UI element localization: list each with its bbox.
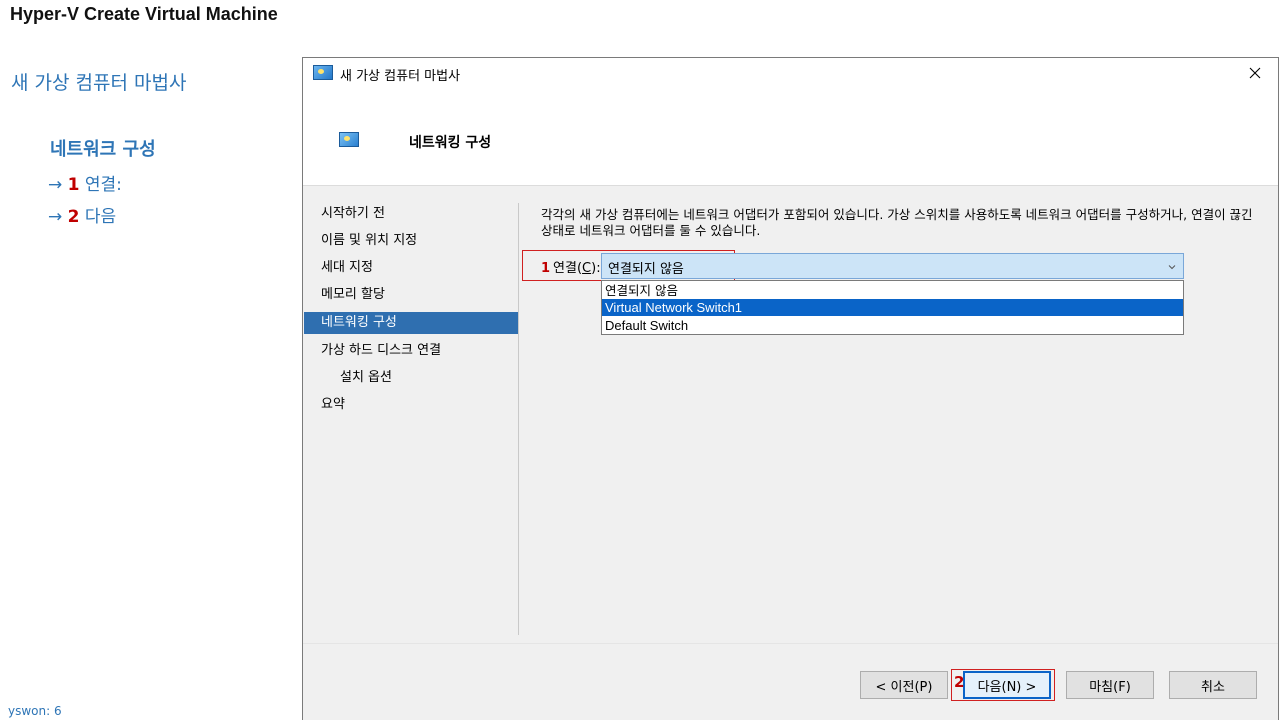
nav-item-networking[interactable]: 네트워킹 구성 (304, 312, 518, 334)
page-title: 네트워킹 구성 (409, 135, 492, 151)
slide-step-2: → 2 다음 (48, 202, 116, 227)
arrow-icon: → (48, 207, 63, 227)
highlight-box-2 (951, 669, 1055, 701)
option-virtual-network-switch1[interactable]: Virtual Network Switch1 (602, 299, 1183, 316)
slide-title: Hyper-V Create Virtual Machine (10, 4, 278, 24)
slide-subtitle: 새 가상 컴퓨터 마법사 (11, 72, 187, 94)
step-text: 연결: (84, 175, 122, 195)
slide-section-title: 네트워크 구성 (50, 139, 156, 160)
nav-item-name-location[interactable]: 이름 및 위치 지정 (304, 230, 518, 252)
new-vm-wizard-dialog: 새 가상 컴퓨터 마법사 네트워킹 구성 시작하기 전 이름 및 위치 지정 세… (302, 57, 1279, 720)
finish-button[interactable]: 마침(F) (1066, 671, 1154, 699)
step-marker-2: 2 (954, 673, 965, 691)
title-bar[interactable]: 새 가상 컴퓨터 마법사 (303, 58, 1278, 88)
step-number: 1 (67, 175, 80, 195)
nav-item-generation[interactable]: 세대 지정 (304, 257, 518, 279)
step-marker-1: 1 (541, 261, 551, 276)
chevron-down-icon (1168, 265, 1176, 270)
hyperv-app-icon (313, 65, 333, 80)
connection-label-suffix: ): (591, 261, 601, 276)
dialog-title: 새 가상 컴퓨터 마법사 (340, 69, 461, 84)
connection-accesskey: C (582, 261, 592, 276)
wizard-steps-nav: 시작하기 전 이름 및 위치 지정 세대 지정 메모리 할당 네트워킹 구성 가… (303, 187, 519, 637)
nav-divider (518, 203, 519, 635)
connection-select[interactable]: 연결되지 않음 (601, 253, 1184, 279)
network-page-icon (339, 132, 359, 147)
cancel-button[interactable]: 취소 (1169, 671, 1257, 699)
close-icon (1249, 67, 1261, 79)
step-number: 2 (67, 207, 80, 227)
close-button[interactable] (1232, 58, 1278, 88)
connection-label-prefix: 연결( (553, 261, 583, 276)
page-description: 각각의 새 가상 컴퓨터에는 네트워크 어댑터가 포함되어 있습니다. 가상 스… (541, 207, 1253, 238)
option-not-connected[interactable]: 연결되지 않음 (602, 282, 1183, 299)
nav-item-virtual-hard-disk[interactable]: 가상 하드 디스크 연결 (304, 340, 518, 362)
nav-item-summary[interactable]: 요약 (304, 394, 518, 416)
connection-dropdown-list: 연결되지 않음 Virtual Network Switch1 Default … (601, 280, 1184, 335)
nav-item-memory[interactable]: 메모리 할당 (304, 284, 518, 306)
nav-item-installation-options[interactable]: 설치 옵션 (304, 367, 518, 389)
wizard-header: 네트워킹 구성 (303, 88, 1278, 186)
slide-step-1: → 1 연결: (48, 170, 122, 195)
previous-button[interactable]: < 이전(P) (860, 671, 948, 699)
slide-footer: yswon: 6 (8, 704, 62, 718)
nav-item-before-you-begin[interactable]: 시작하기 전 (304, 203, 518, 225)
option-default-switch[interactable]: Default Switch (602, 317, 1183, 334)
step-text: 다음 (84, 207, 117, 227)
connection-select-value: 연결되지 않음 (608, 262, 684, 277)
connection-label: 1 연결(C): (541, 257, 601, 276)
footer-divider (303, 643, 1278, 644)
arrow-icon: → (48, 175, 63, 195)
